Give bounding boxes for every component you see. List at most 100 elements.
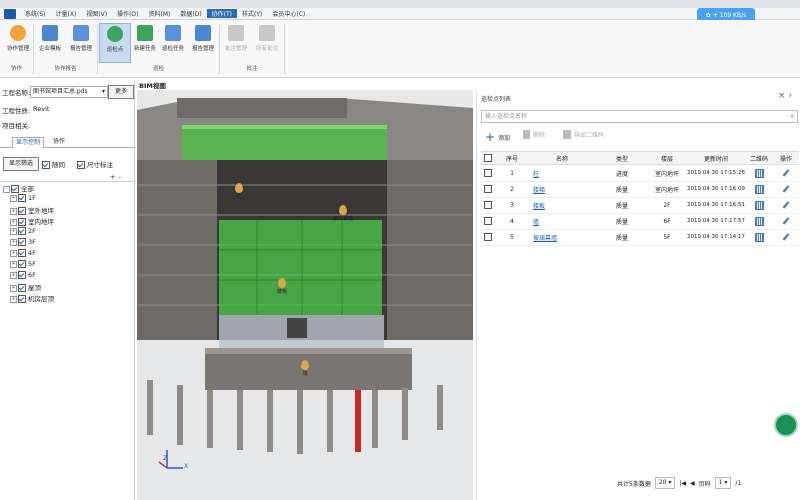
inspection-marker[interactable]: 玻璃幕墙 (333, 205, 353, 222)
expand-icon[interactable]: + (10, 271, 17, 279)
inspection-report-button[interactable]: 报告管理 (188, 23, 218, 61)
checkbox-icon[interactable] (18, 284, 26, 292)
tree-item[interactable]: +4F (10, 249, 36, 257)
expand-icon[interactable]: + (10, 249, 17, 257)
collab-manage-button[interactable]: 协作管理 (3, 23, 33, 61)
qr-code-icon[interactable] (754, 200, 764, 210)
project-file-select[interactable]: 图书馆项目汇总.pds ▾ (30, 86, 108, 98)
expand-icon[interactable]: + (10, 194, 17, 202)
page-size-select[interactable]: 20 ▾ (654, 477, 676, 489)
expand-icon[interactable]: + (10, 227, 17, 235)
more-button[interactable]: 更多 (108, 85, 134, 99)
add-button[interactable]: + 添加 (485, 130, 510, 144)
expand-icon[interactable]: + (10, 260, 17, 268)
checkbox-icon[interactable] (18, 249, 26, 257)
tree-root[interactable]: - 全部 (3, 183, 34, 193)
prev-page-icon[interactable]: ◀ (690, 480, 695, 487)
edit-pencil-icon[interactable] (782, 217, 790, 225)
enterprise-template-button[interactable]: 企业模板 (35, 23, 65, 61)
row-checkbox[interactable] (484, 169, 492, 177)
close-icon[interactable]: × › (778, 91, 792, 101)
checkbox-icon[interactable] (11, 185, 19, 193)
inspection-marker[interactable]: 墙 (301, 360, 309, 377)
bim-view-tab[interactable]: BIM视图 (139, 80, 179, 90)
menu-data[interactable]: 数据(D) (175, 9, 206, 18)
menu-measure[interactable]: 计量(X) (51, 9, 82, 18)
tree-item[interactable]: +3F (10, 238, 36, 246)
menu-member-center[interactable]: 会员中心(C) (267, 9, 310, 18)
inspection-task-button[interactable]: 巡检任务 (158, 23, 188, 61)
collapse-icon[interactable]: - (3, 185, 10, 193)
inspection-marker[interactable]: 柱 (235, 183, 243, 200)
all-annotations-button[interactable]: 所有批注 (252, 23, 282, 61)
menu-system[interactable]: 系统(S) (20, 9, 51, 18)
tree-item[interactable]: +2F (10, 227, 36, 235)
menu-operate[interactable]: 操作(O) (112, 9, 143, 18)
checkbox-icon[interactable] (18, 194, 26, 202)
qr-code-icon[interactable] (754, 232, 764, 242)
tab-display-control[interactable]: 显示控制 (12, 137, 45, 148)
checkbox-icon[interactable] (18, 218, 26, 226)
row-name-link[interactable]: 墙 (527, 213, 603, 229)
search-input[interactable]: 输入巡检点名称 ⌕ (481, 110, 798, 123)
expand-icon[interactable]: + (10, 284, 17, 292)
checkbox-icon[interactable] (18, 260, 26, 268)
export-qr-button[interactable]: 导出二维码 (563, 130, 604, 139)
tree-item[interactable]: + 机房层顶 (10, 293, 54, 303)
inspection-marker[interactable]: 楼板 (277, 278, 287, 295)
tree-item[interactable]: + 屋顶 (10, 282, 41, 292)
report-manage-button[interactable]: 报告管理 (66, 23, 96, 61)
edit-pencil-icon[interactable] (782, 201, 790, 209)
tree-item[interactable]: + 室内地坪 (10, 216, 54, 226)
expand-icon[interactable]: + (10, 218, 17, 226)
expand-icon[interactable]: + (10, 238, 17, 246)
menu-collaborate[interactable]: 协作(T) (206, 9, 238, 18)
tab-collaborate[interactable]: 协作 (50, 137, 68, 147)
tree-item[interactable]: + 室外地坪 (10, 205, 54, 215)
new-task-button[interactable]: 新建任务 (130, 23, 160, 61)
row-name-link[interactable]: 玻璃幕墙 (527, 229, 603, 245)
tree-item[interactable]: +6F (10, 271, 36, 279)
menu-style[interactable]: 样式(Y) (237, 9, 267, 18)
qr-code-icon[interactable] (754, 168, 764, 178)
inspection-point-button[interactable]: 巡检点 (99, 23, 131, 63)
tree-item[interactable]: +5F (10, 260, 36, 268)
edit-pencil-icon[interactable] (782, 185, 790, 193)
page-number-select[interactable]: 1 ▾ (714, 477, 732, 489)
row-checkbox[interactable] (484, 217, 492, 225)
edit-pencil-icon[interactable] (782, 233, 790, 241)
table-row[interactable]: 3 楼板 质量 2F 2019.04.30 17:16:51 (481, 197, 799, 214)
row-name-link[interactable]: 楼梯 (527, 181, 603, 197)
expand-icon[interactable]: + (10, 295, 17, 303)
table-row[interactable]: 5 玻璃幕墙 质量 5F 2019.04.30 17:14:17 (481, 229, 799, 246)
row-name-link[interactable]: 柱 (527, 165, 603, 181)
table-row[interactable]: 4 墙 质量 6F 2019.04.30 17:17:57 (481, 213, 799, 230)
row-checkbox[interactable] (484, 185, 492, 193)
menu-material[interactable]: 资料(M) (144, 9, 176, 18)
checkbox-icon[interactable] (18, 238, 26, 246)
row-checkbox[interactable] (484, 233, 492, 241)
edit-pencil-icon[interactable] (782, 169, 790, 177)
expand-icon[interactable]: + (10, 207, 17, 215)
delete-button[interactable]: 删除 (523, 130, 545, 139)
row-name-link[interactable]: 楼板 (527, 197, 603, 213)
search-icon[interactable]: ⌕ (791, 111, 794, 122)
tree-expand-collapse-buttons[interactable]: + - (110, 174, 134, 181)
dimension-checkbox[interactable]: 尺寸标注 (77, 159, 113, 169)
tree-item[interactable]: +1F (10, 194, 36, 202)
bim-3d-viewport[interactable]: 柱 玻璃幕墙 楼板 墙 Z X (137, 90, 473, 500)
qr-code-icon[interactable] (754, 184, 764, 194)
annotation-manage-button[interactable]: 批注管理 (221, 23, 251, 61)
menu-view[interactable]: 视图(V) (81, 9, 112, 18)
checkbox-icon[interactable] (18, 227, 26, 235)
table-row[interactable]: 2 楼梯 质量 室内地坪 2019.04.30 17:16:09 (481, 181, 799, 198)
checkbox-icon[interactable] (18, 207, 26, 215)
checkbox-icon[interactable] (18, 271, 26, 279)
app-logo-icon[interactable] (4, 8, 16, 19)
table-row[interactable]: 1 柱 进度 室内地坪 2019.04.30 17:15:26 (481, 165, 799, 182)
qr-code-icon[interactable] (754, 216, 764, 226)
show-filter-button[interactable]: 显示筛选 (3, 157, 39, 171)
floating-action-button[interactable] (774, 413, 798, 437)
row-checkbox[interactable] (484, 201, 492, 209)
checkbox-icon[interactable] (18, 295, 26, 303)
